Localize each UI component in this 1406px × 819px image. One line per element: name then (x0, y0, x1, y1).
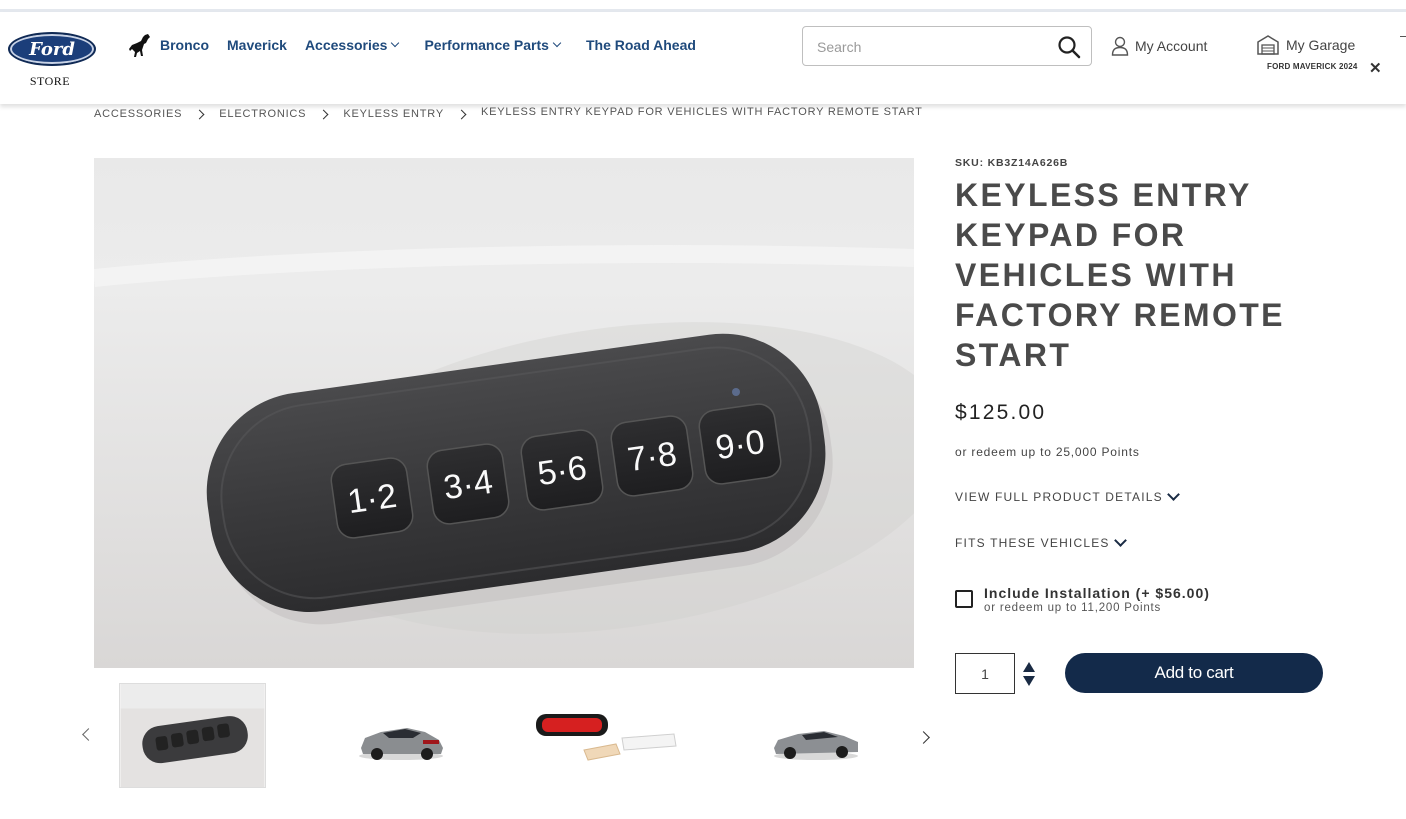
chevron-down-icon (1113, 533, 1127, 547)
breadcrumb: ACCESSORIES ELECTRONICS KEYLESS ENTRY KE… (94, 106, 923, 120)
product-main-image[interactable]: 1·2 3·4 5·6 7·8 9·0 (94, 158, 914, 668)
nav-performance-label: Performance Parts (424, 37, 549, 53)
thumbnail-brake-light-kit[interactable] (534, 710, 680, 762)
search-input[interactable] (817, 36, 1047, 58)
fits-vehicles-toggle[interactable]: FITS THESE VEHICLES (955, 533, 1127, 550)
garage-vehicle-label: FORD MAVERICK 2024 (1267, 62, 1358, 71)
edge-indicator (1400, 36, 1406, 46)
breadcrumb-electronics[interactable]: ELECTRONICS (219, 108, 306, 120)
thumbnail-keypad[interactable] (119, 683, 266, 788)
nav-bronco-label: Bronco (160, 37, 209, 53)
points-redeem-text: or redeem up to 25,000 Points (955, 445, 1140, 459)
thumbnail-car-rear[interactable] (355, 718, 447, 762)
nav-bronco[interactable]: Bronco (128, 32, 209, 58)
chevron-down-icon (552, 38, 562, 48)
nav-accessories[interactable]: Accessories (304, 37, 400, 53)
fits-vehicles-label: FITS THESE VEHICLES (955, 536, 1110, 550)
breadcrumb-keyless-entry[interactable]: KEYLESS ENTRY (343, 108, 444, 120)
ford-oval-icon: Ford (8, 32, 96, 66)
quantity-field[interactable] (955, 653, 1015, 694)
chevron-right-icon (456, 109, 467, 119)
search-box[interactable] (802, 26, 1092, 66)
chevron-right-icon (194, 109, 205, 119)
quantity-increase-icon[interactable] (1023, 662, 1035, 672)
breadcrumb-current: KEYLESS ENTRY KEYPAD FOR VEHICLES WITH F… (481, 106, 923, 118)
thumbnail-prev-arrow[interactable] (82, 728, 95, 741)
search-icon[interactable] (1057, 35, 1081, 59)
bronco-horse-icon (129, 34, 150, 57)
keypad-button-3-4: 3·4 (441, 463, 495, 507)
view-product-details-label: VIEW FULL PRODUCT DETAILS (955, 490, 1163, 504)
installation-points-text: or redeem up to 11,200 Points (984, 602, 1162, 614)
keypad-led (732, 388, 740, 396)
nav-maverick[interactable]: Maverick (227, 37, 287, 53)
main-nav: Bronco Maverick Accessories Performance … (128, 32, 714, 58)
top-strip (0, 0, 1406, 12)
chevron-down-icon (391, 38, 400, 48)
keypad-button-9-0: 9·0 (713, 423, 767, 467)
user-icon (1111, 36, 1129, 56)
logo-text: Ford (29, 39, 75, 60)
logo-store-label: STORE (29, 74, 71, 88)
my-account-link[interactable]: My Account (1111, 36, 1207, 56)
product-title: KEYLESS ENTRY KEYPAD FOR VEHICLES WITH F… (955, 177, 1285, 373)
site-header: Ford STORE (0, 12, 1406, 104)
chevron-down-icon (1166, 487, 1180, 501)
nav-maverick-label: Maverick (227, 37, 287, 53)
nav-the-road-ahead[interactable]: The Road Ahead (586, 37, 696, 53)
include-installation-label[interactable]: Include Installation (+ $56.00) (984, 585, 1210, 601)
include-installation-checkbox[interactable] (955, 590, 973, 608)
ford-store-logo[interactable]: Ford STORE (8, 32, 96, 94)
my-garage-label: My Garage (1286, 37, 1356, 53)
add-to-cart-button[interactable]: Add to cart (1065, 653, 1323, 693)
thumbnail-car-side[interactable] (770, 722, 862, 762)
keypad-button-5-6: 5·6 (535, 449, 589, 493)
quantity-input[interactable] (956, 654, 1014, 693)
my-account-label: My Account (1135, 38, 1208, 54)
keypad-button-1-2: 1·2 (345, 477, 399, 521)
nav-road-ahead-label: The Road Ahead (585, 37, 696, 53)
thumbnail-next-arrow[interactable] (917, 731, 930, 744)
breadcrumb-accessories[interactable]: ACCESSORIES (94, 108, 182, 120)
view-product-details-toggle[interactable]: VIEW FULL PRODUCT DETAILS (955, 487, 1180, 504)
nav-performance-parts[interactable]: Performance Parts (424, 37, 562, 53)
my-garage-link[interactable]: My Garage (1256, 34, 1355, 56)
chevron-right-icon (318, 109, 329, 119)
nav-accessories-label: Accessories (304, 37, 388, 53)
keypad-button-7-8: 7·8 (625, 435, 679, 479)
quantity-decrease-icon[interactable] (1023, 676, 1035, 686)
close-icon[interactable]: ✕ (1369, 59, 1382, 77)
product-sku: SKU: KB3Z14A626B (955, 157, 1069, 169)
garage-icon (1257, 35, 1279, 55)
product-price: $125.00 (955, 401, 1047, 424)
